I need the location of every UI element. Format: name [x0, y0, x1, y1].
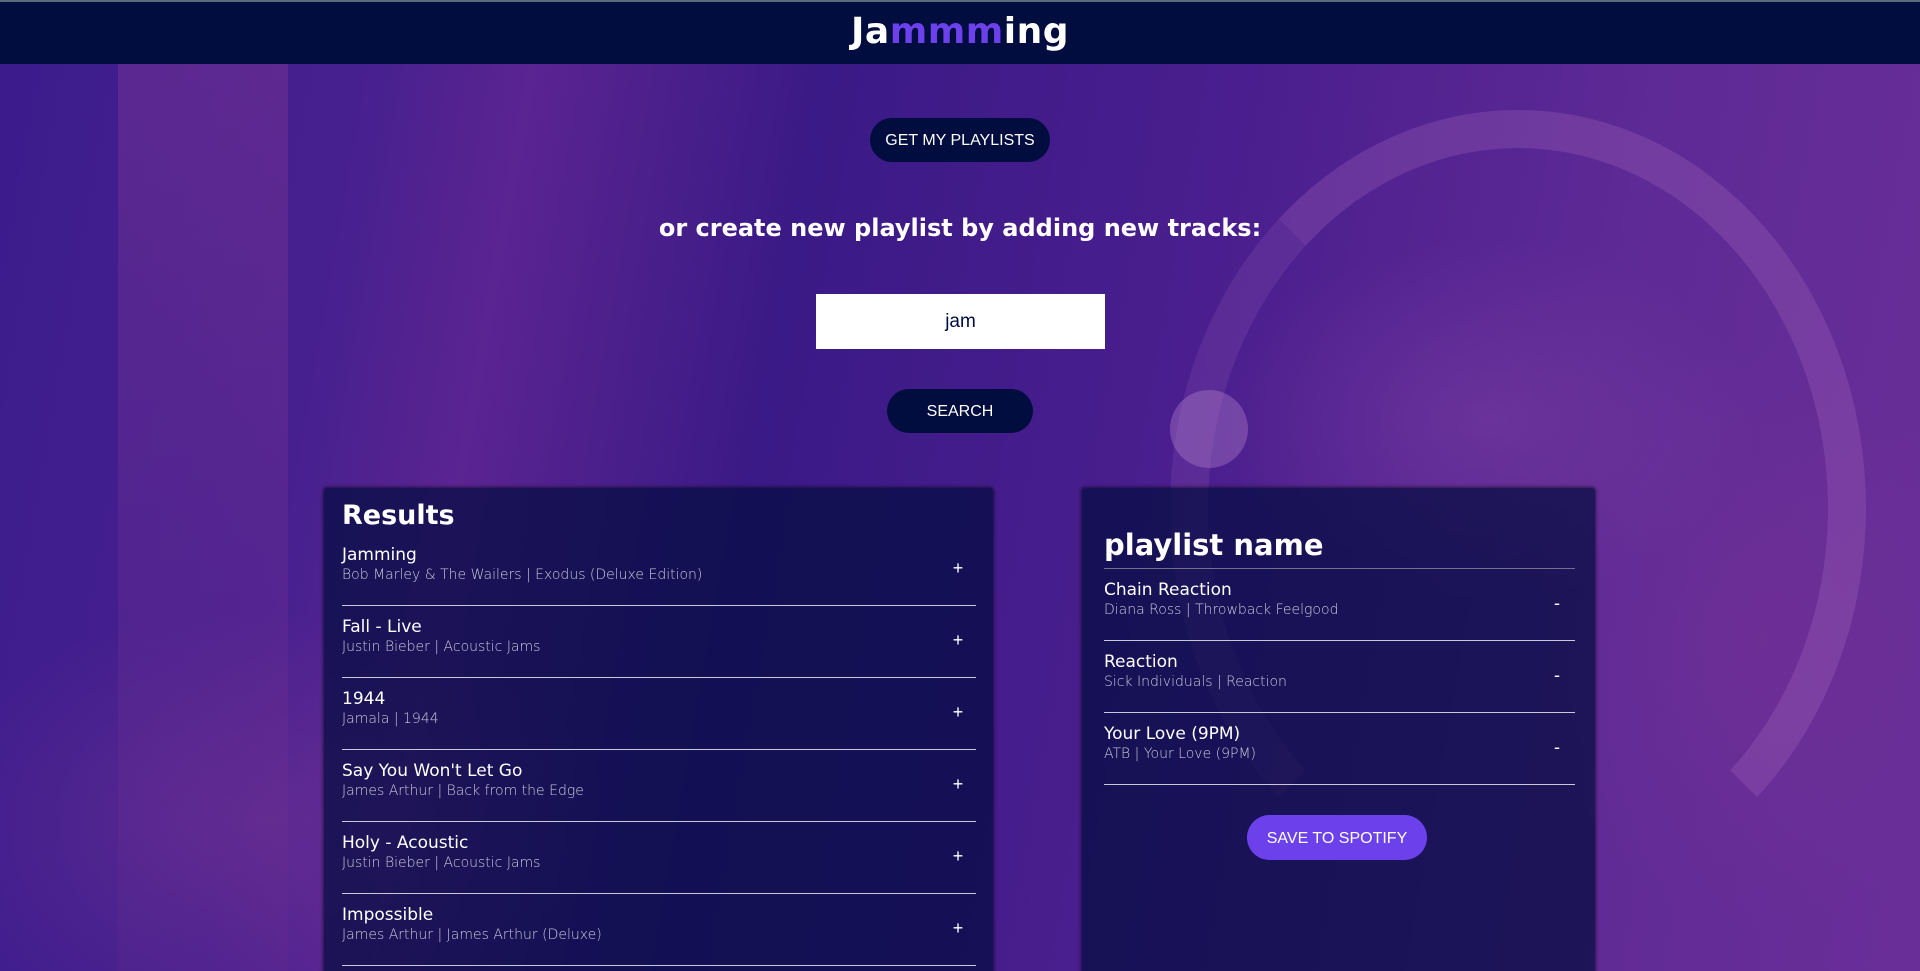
track-artist-album: James Arthur | Back from the Edge [342, 783, 584, 799]
logo-prefix: Ja [851, 11, 890, 52]
results-title: Results [342, 500, 455, 531]
track-name: Impossible [342, 905, 434, 925]
track-name: Holy - Acoustic [342, 833, 469, 853]
track-artist-album: Justin Bieber | Acoustic Jams [342, 855, 541, 871]
background-earcup [1170, 390, 1248, 468]
track-name: Jamming [342, 545, 417, 565]
track-artist-album: ATB | Your Love (9PM) [1104, 746, 1256, 762]
track-name: 1944 [342, 689, 386, 709]
result-track: Fall - Live Justin Bieber | Acoustic Jam… [342, 606, 976, 678]
remove-track-button[interactable]: - [1547, 735, 1567, 759]
playlist-track-list: Chain Reaction Diana Ross | Throwback Fe… [1104, 569, 1575, 785]
playlist-name-input[interactable] [1104, 528, 1575, 569]
background-band [118, 64, 288, 971]
add-track-button[interactable]: + [948, 772, 968, 796]
remove-track-button[interactable]: - [1547, 663, 1567, 687]
playlist-track: Reaction Sick Individuals | Reaction - [1104, 641, 1575, 713]
result-track: Jamming Bob Marley & The Wailers | Exodu… [342, 534, 976, 606]
save-to-spotify-button[interactable]: SAVE TO SPOTIFY [1247, 815, 1427, 860]
track-name: Your Love (9PM) [1104, 724, 1241, 744]
logo-highlight: mmm [889, 11, 1004, 52]
track-name: Chain Reaction [1104, 580, 1232, 600]
remove-track-button[interactable]: - [1547, 591, 1567, 615]
track-name: Reaction [1104, 652, 1178, 672]
search-button[interactable]: SEARCH [887, 389, 1033, 433]
logo-suffix: ing [1003, 11, 1069, 52]
track-name: Fall - Live [342, 617, 422, 637]
results-track-list: Jamming Bob Marley & The Wailers | Exodu… [342, 534, 976, 966]
get-my-playlists-button[interactable]: GET MY PLAYLISTS [870, 118, 1050, 162]
track-artist-album: Bob Marley & The Wailers | Exodus (Delux… [342, 567, 703, 583]
results-panel: Results Jamming Bob Marley & The Wailers… [324, 488, 993, 971]
result-track: Holy - Acoustic Justin Bieber | Acoustic… [342, 822, 976, 894]
track-artist-album: Justin Bieber | Acoustic Jams [342, 639, 541, 655]
create-playlist-subtitle: or create new playlist by adding new tra… [658, 214, 1262, 242]
add-track-button[interactable]: + [948, 628, 968, 652]
top-bar: Jammming [0, 0, 1920, 64]
track-artist-album: Diana Ross | Throwback Feelgood [1104, 602, 1339, 618]
track-artist-album: Jamala | 1944 [342, 711, 439, 727]
playlist-track: Chain Reaction Diana Ross | Throwback Fe… [1104, 569, 1575, 641]
result-track: 1944 Jamala | 1944 + [342, 678, 976, 750]
playlist-track: Your Love (9PM) ATB | Your Love (9PM) - [1104, 713, 1575, 785]
add-track-button[interactable]: + [948, 916, 968, 940]
result-track: Say You Won't Let Go James Arthur | Back… [342, 750, 976, 822]
add-track-button[interactable]: + [948, 700, 968, 724]
track-name: Say You Won't Let Go [342, 761, 523, 781]
add-track-button[interactable]: + [948, 556, 968, 580]
track-artist-album: Sick Individuals | Reaction [1104, 674, 1287, 690]
track-artist-album: James Arthur | James Arthur (Deluxe) [342, 927, 602, 943]
add-track-button[interactable]: + [948, 844, 968, 868]
playlist-panel: Chain Reaction Diana Ross | Throwback Fe… [1082, 488, 1595, 971]
search-input[interactable] [816, 294, 1105, 349]
result-track: Impossible James Arthur | James Arthur (… [342, 894, 976, 966]
app-logo: Jammming [0, 2, 1920, 62]
